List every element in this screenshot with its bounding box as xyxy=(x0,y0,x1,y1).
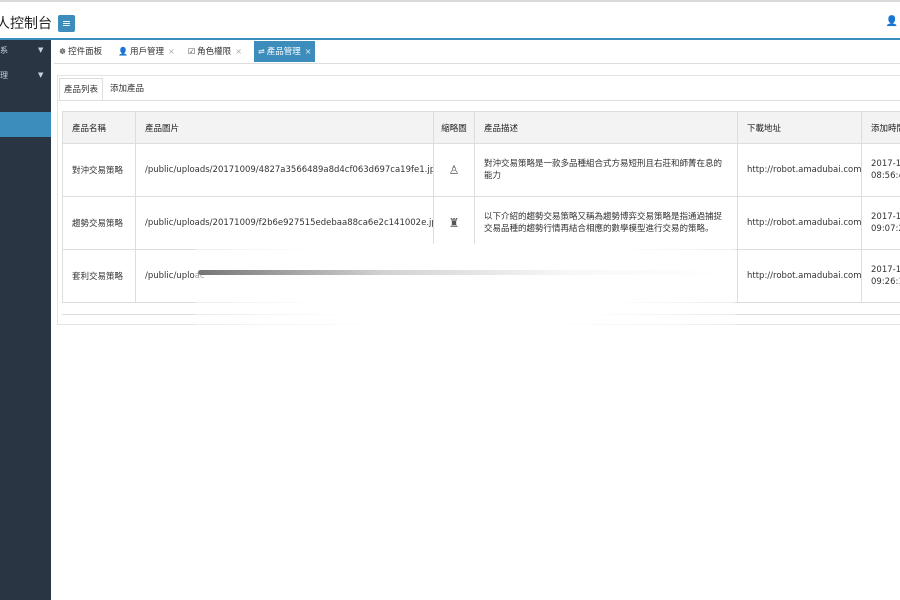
tab-user-management[interactable]: 👤 用戶管理 × xyxy=(118,41,175,62)
column-header-thumbnail[interactable]: 縮略圖 xyxy=(433,111,475,144)
page-tab-bar: ☸ 控件面板 👤 用戶管理 × ☑ 角色權限 × ⇌ 產品管理 × xyxy=(54,40,900,64)
column-header-image[interactable]: 產品圖片 xyxy=(135,111,434,144)
dashboard-icon: ☸ xyxy=(59,47,67,56)
table-header-row: 產品名稱 產品圖片 縮略圖 產品描述 下載地址 添加時間 xyxy=(62,111,900,144)
chevron-down-icon[interactable]: ▼ xyxy=(38,46,48,54)
sidebar-item-active[interactable] xyxy=(0,112,51,137)
subtab-product-list[interactable]: 產品列表 xyxy=(59,78,104,100)
product-image-path-cell: /public/uploads/20171009/4827a3566489a8d… xyxy=(135,143,434,197)
download-url-cell: http://robot.amadubai.com/ xyxy=(737,249,862,303)
product-description-cell: 以下介紹的趨勢交易策略又稱為趨勢博弈交易策略是指通過捕捉交易品種的趨勢行情再結合… xyxy=(474,196,738,250)
exchange-icon: ⇌ xyxy=(258,47,265,56)
added-time-cell: 2017-11-02 09:26:1 xyxy=(861,249,900,303)
download-link[interactable]: http://robot.amadubai.com/ xyxy=(747,218,861,228)
column-header-description[interactable]: 產品描述 xyxy=(474,111,738,144)
download-url-cell: http://robot.amadubai.com/ xyxy=(737,196,862,250)
product-name-cell: 套利交易策略 xyxy=(62,249,136,303)
app-title: 人控制台 xyxy=(0,16,52,32)
tab-product-management[interactable]: ⇌ 產品管理 × xyxy=(254,41,316,62)
added-time-cell: 2017-11-02 08:56:4 xyxy=(861,143,900,197)
close-icon[interactable]: × xyxy=(305,47,312,56)
thumbnail-cell xyxy=(433,249,475,303)
top-navbar: 人控制台 ≡ 👤 xyxy=(0,0,900,40)
checkbox-icon: ☑ xyxy=(188,47,196,56)
close-icon[interactable]: × xyxy=(168,47,175,56)
download-link[interactable]: http://robot.amadubai.com/ xyxy=(747,165,861,175)
tab-role-permissions[interactable]: ☑ 角色權限 × xyxy=(188,41,242,62)
tab-label: 用戶管理 xyxy=(129,47,164,57)
tab-label: 角色權限 xyxy=(197,47,232,57)
product-description-cell: 對沖交易策略是一款多品種組合式方易短刑且右莊和師菁在息的能力 xyxy=(474,143,738,197)
thumbnail-cell: ♜ xyxy=(433,196,475,250)
table-row[interactable]: 對沖交易策略 /public/uploads/20171009/4827a356… xyxy=(62,143,900,197)
close-icon[interactable]: × xyxy=(235,47,242,56)
subtab-bar: 產品列表 添加產品 xyxy=(58,76,900,101)
product-image-path-cell: /public/uploads/20171009/f2b6e927515edeb… xyxy=(135,196,434,250)
column-header-time[interactable]: 添加時間 xyxy=(861,111,900,144)
column-header-name[interactable]: 產品名稱 xyxy=(62,111,136,144)
table-row[interactable]: 套利交易策略 /public/uploac http://robot.amadu… xyxy=(62,249,900,303)
tab-label: 控件面板 xyxy=(68,47,103,57)
download-url-cell: http://robot.amadubai.com/ xyxy=(737,143,862,197)
sidebar-item-2-label[interactable]: 理 xyxy=(0,70,8,81)
user-menu-icon[interactable]: 👤 xyxy=(886,16,898,27)
sidebar-item-1-label[interactable]: 系 xyxy=(0,45,8,56)
tab-dashboard[interactable]: ☸ 控件面板 xyxy=(59,41,102,62)
thumbnail-cell: ♙ xyxy=(433,143,475,197)
sidebar: 系 ▼ 理 ▼ xyxy=(0,40,51,600)
tab-label: 產品管理 xyxy=(266,47,301,57)
product-image-path-cell: /public/uploac xyxy=(135,249,434,303)
product-name-cell: 趨勢交易策略 xyxy=(62,196,136,250)
product-table-container: 產品名稱 產品圖片 縮略圖 產品描述 下載地址 添加時間 對沖交易策略 /pub… xyxy=(62,111,900,315)
product-table: 產品名稱 產品圖片 縮略圖 產品描述 下載地址 添加時間 對沖交易策略 /pub… xyxy=(62,111,900,303)
hamburger-icon: ≡ xyxy=(61,17,72,30)
subtab-add-product[interactable]: 添加產品 xyxy=(110,78,144,100)
column-header-download[interactable]: 下載地址 xyxy=(737,111,862,144)
product-name-cell: 對沖交易策略 xyxy=(62,143,136,197)
download-link[interactable]: http://robot.amadubai.com/ xyxy=(747,271,861,281)
user-icon: 👤 xyxy=(118,47,128,56)
added-time-cell: 2017-11-02 09:07:2 xyxy=(861,196,900,250)
robot-icon[interactable]: ♙ xyxy=(449,163,460,177)
robot-icon[interactable]: ♜ xyxy=(449,216,460,230)
menu-toggle-button[interactable]: ≡ xyxy=(58,15,75,32)
product-description-cell xyxy=(474,249,738,303)
chevron-down-icon[interactable]: ▼ xyxy=(38,71,48,79)
table-row[interactable]: 趨勢交易策略 /public/uploads/20171009/f2b6e927… xyxy=(62,196,900,250)
